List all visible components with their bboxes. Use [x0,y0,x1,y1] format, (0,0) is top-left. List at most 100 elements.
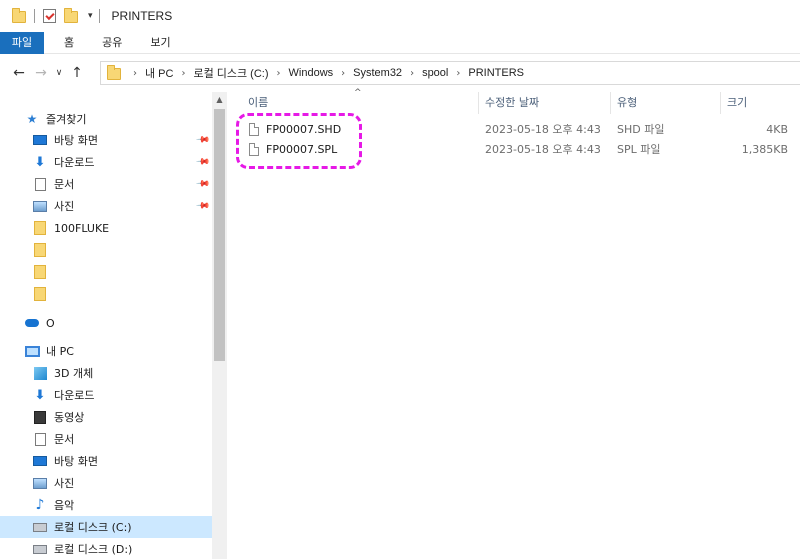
nav-item-downloads[interactable]: ⬇ 다운로드 📌 [0,151,212,173]
tab-file[interactable]: 파일 [0,32,44,54]
new-folder-icon[interactable] [64,8,78,23]
nav-label: O [46,316,55,330]
nav-label: 음악 [54,499,75,512]
folder-icon [32,287,48,301]
nav-item-local-disk-c[interactable]: 로컬 디스크 (C:) [0,516,212,538]
nav-onedrive[interactable]: O [0,312,212,334]
column-header-modified[interactable]: 수정한 날짜 [485,92,539,114]
computer-icon [24,344,40,358]
desktop-icon [32,454,48,468]
breadcrumb-system32[interactable]: System32 [353,67,402,79]
nav-label: 사진 [54,477,75,490]
nav-label: 바탕 화면 [54,455,98,468]
nav-label: 로컬 디스크 (D:) [54,543,133,556]
drive-icon [32,542,48,556]
nav-label: 로컬 디스크 (C:) [54,521,132,534]
nav-this-pc[interactable]: 내 PC [0,340,212,362]
recent-locations-chevron-icon[interactable]: ∨ [52,62,66,84]
sort-ascending-icon: ^ [354,88,362,98]
nav-item-folder[interactable] [0,261,212,283]
breadcrumb-printers[interactable]: PRINTERS [468,67,524,79]
up-arrow-icon[interactable]: ↑ [66,62,88,84]
separator [98,9,100,23]
nav-quick-access[interactable]: ★ 즐겨찾기 [0,108,212,130]
navigation-pane: ★ 즐겨찾기 바탕 화면 📌 ⬇ 다운로드 📌 문서 📌 사진 📌 100FLU… [0,92,212,559]
properties-icon[interactable] [43,9,56,23]
forward-arrow-icon[interactable]: → [30,62,52,84]
nav-item-pictures[interactable]: 사진 📌 [0,195,212,217]
breadcrumb-windows[interactable]: Windows [289,67,334,79]
tab-share[interactable]: 공유 [90,32,134,54]
breadcrumb-local-disk-c[interactable]: 로컬 디스크 (C:) [193,65,268,81]
nav-item-downloads[interactable]: ⬇ 다운로드 [0,384,212,406]
nav-item-desktop[interactable]: 바탕 화면 📌 [0,129,212,151]
file-modified: 2023-05-18 오후 4:43 [485,123,601,136]
pin-icon[interactable]: 📌 [195,176,210,191]
breadcrumb-separator[interactable]: › [181,68,185,79]
file-type: SHD 파일 [617,123,665,136]
nav-item-100fluke[interactable]: 100FLUKE [0,217,212,239]
breadcrumb-separator[interactable]: › [410,68,414,79]
column-header-name[interactable]: 이름 [248,92,268,114]
column-divider[interactable] [610,92,611,114]
breadcrumb-separator[interactable]: › [277,68,281,79]
folder-icon [32,243,48,257]
breadcrumb-separator[interactable]: › [133,68,137,79]
nav-label: 동영상 [54,411,85,424]
pin-icon[interactable]: 📌 [195,132,210,147]
pictures-icon [32,199,48,213]
column-divider[interactable] [478,92,479,114]
nav-label: 즐겨찾기 [46,113,87,126]
document-icon [32,432,48,446]
tab-view[interactable]: 보기 [138,32,182,54]
nav-label: 사진 [54,200,75,213]
file-modified: 2023-05-18 오후 4:43 [485,143,601,156]
breadcrumb-separator[interactable]: › [341,68,345,79]
separator [34,9,35,23]
address-bar[interactable]: › 내 PC › 로컬 디스크 (C:) › Windows › System3… [100,61,800,85]
column-header-type[interactable]: 유형 [617,92,637,114]
download-icon: ⬇ [34,387,46,403]
title-bar: ▾ PRINTERS [0,0,800,32]
address-row: ← → ∨ ↑ › 내 PC › 로컬 디스크 (C:) › Windows ›… [0,58,800,88]
pin-icon[interactable]: 📌 [195,198,210,213]
nav-item-3d-objects[interactable]: 3D 개체 [0,362,212,384]
nav-item-folder[interactable] [0,239,212,261]
nav-item-music[interactable]: ♪ 음악 [0,494,212,516]
file-size: 1,385KB [741,143,788,156]
star-icon: ★ [26,112,38,126]
pin-icon[interactable]: 📌 [195,154,210,169]
pictures-icon [32,476,48,490]
folder-icon [12,8,26,23]
cloud-icon [24,316,40,330]
file-type: SPL 파일 [617,143,661,156]
nav-item-documents[interactable]: 문서 📌 [0,173,212,195]
nav-item-folder[interactable] [0,283,212,305]
breadcrumb-this-pc[interactable]: 내 PC [145,65,173,81]
nav-scrollbar[interactable]: ▲ [212,92,227,559]
window-title: PRINTERS [111,9,173,23]
nav-label: 문서 [54,178,75,191]
breadcrumb-spool[interactable]: spool [422,67,448,79]
tab-home[interactable]: 홈 [52,32,86,54]
folder-icon [107,65,121,80]
nav-label: 3D 개체 [54,367,94,380]
column-header-size[interactable]: 크기 [727,92,747,114]
nav-item-videos[interactable]: 동영상 [0,406,212,428]
3d-objects-icon [32,366,48,380]
nav-label: 문서 [54,433,75,446]
nav-item-documents[interactable]: 문서 [0,428,212,450]
nav-item-pictures[interactable]: 사진 [0,472,212,494]
scroll-up-arrow-icon[interactable]: ▲ [212,92,227,107]
nav-item-local-disk-d[interactable]: 로컬 디스크 (D:) [0,538,212,559]
download-icon: ⬇ [34,154,46,170]
breadcrumb-separator[interactable]: › [456,68,460,79]
column-divider[interactable] [720,92,721,114]
highlight-annotation [236,113,362,169]
back-arrow-icon[interactable]: ← [8,62,30,84]
customize-toolbar-chevron-icon[interactable]: ▾ [88,11,93,21]
nav-label: 100FLUKE [54,221,110,235]
scrollbar-thumb[interactable] [214,109,225,361]
nav-item-desktop[interactable]: 바탕 화면 [0,450,212,472]
folder-icon [32,221,48,235]
